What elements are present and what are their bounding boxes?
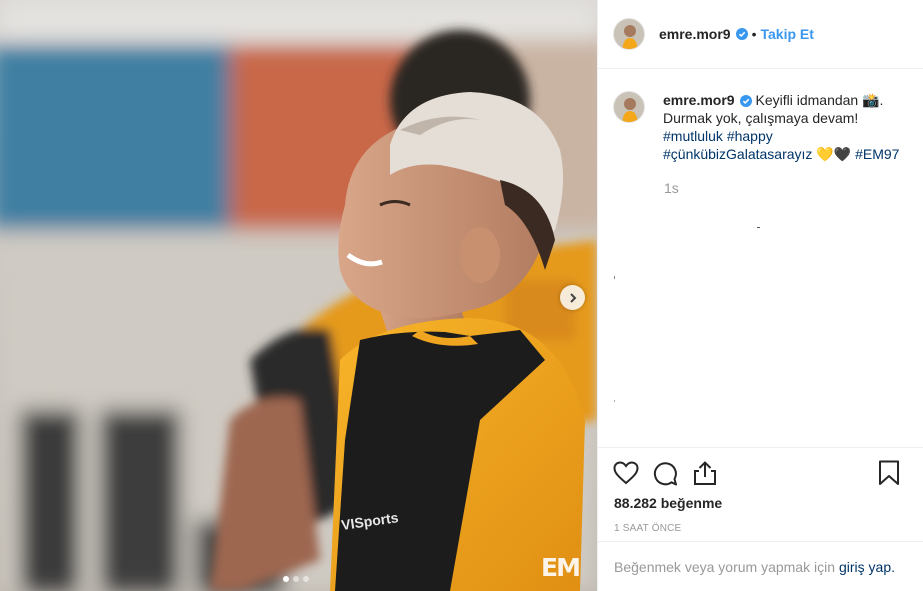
bookmark-icon [879, 460, 899, 485]
loading-specks [614, 227, 760, 402]
post-timestamp[interactable]: 1 SAAT ÖNCE [598, 523, 923, 534]
post-actions-section: 88.282 beğenme 1 SAAT ÖNCE [598, 447, 923, 534]
player-image: VISports [0, 0, 597, 591]
carousel-dot[interactable] [283, 576, 289, 582]
post-side-panel: emre.mor9 • Takip Et emre.mor9 Keyifli i… [597, 0, 923, 591]
share-button[interactable] [693, 453, 733, 493]
carousel-dots [283, 576, 309, 582]
share-icon [694, 460, 716, 485]
heart-icon [613, 461, 639, 485]
like-button[interactable] [613, 453, 653, 493]
carousel-dot[interactable] [303, 576, 309, 582]
carousel-dot[interactable] [293, 576, 299, 582]
comment-button[interactable] [653, 453, 693, 493]
action-bar [598, 448, 923, 498]
login-prompt: Beğenmek veya yorum yapmak için giriş ya… [598, 541, 923, 591]
login-prompt-text: Beğenmek veya yorum yapmak için [614, 558, 835, 575]
save-button[interactable] [878, 453, 918, 493]
post-photo: VISports EM [0, 0, 597, 591]
chevron-right-icon [569, 292, 576, 303]
comment-icon [653, 461, 677, 485]
watermark-logo: EM [541, 553, 581, 582]
login-link[interactable]: giriş yap. [839, 559, 895, 575]
like-count[interactable]: 88.282 beğenme [598, 495, 923, 511]
carousel-next-button[interactable] [560, 285, 585, 310]
